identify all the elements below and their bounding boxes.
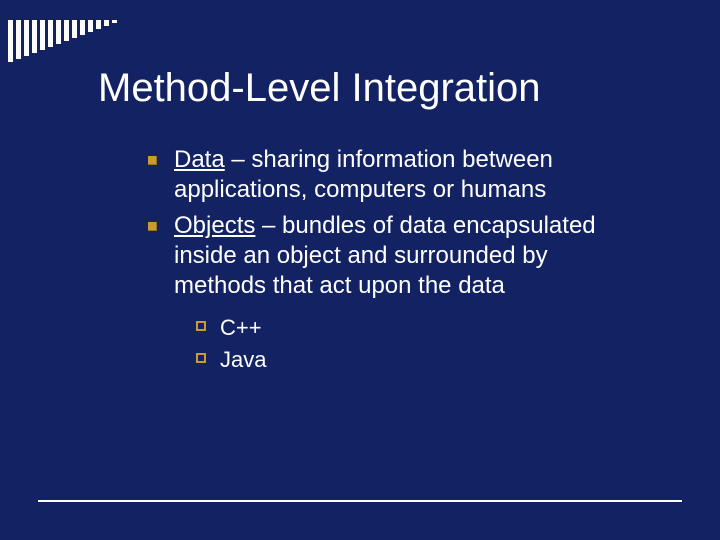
footer-divider <box>38 500 682 502</box>
sub-bullet-java: Java <box>196 345 644 375</box>
bullet-term: Objects <box>174 212 255 239</box>
bullet-term: Data <box>174 146 225 173</box>
bullet-data: Data – sharing information between appli… <box>146 145 644 205</box>
slide-title: Method-Level Integration <box>98 32 684 111</box>
bullet-objects: Objects – bundles of data encapsulated i… <box>146 211 644 374</box>
slide-body: Data – sharing information between appli… <box>146 145 644 374</box>
decorative-bars <box>8 20 117 62</box>
sub-bullet-cpp: C++ <box>196 313 644 343</box>
slide: Method-Level Integration Data – sharing … <box>0 0 720 540</box>
bullet-text: – sharing information between applicatio… <box>174 146 553 203</box>
